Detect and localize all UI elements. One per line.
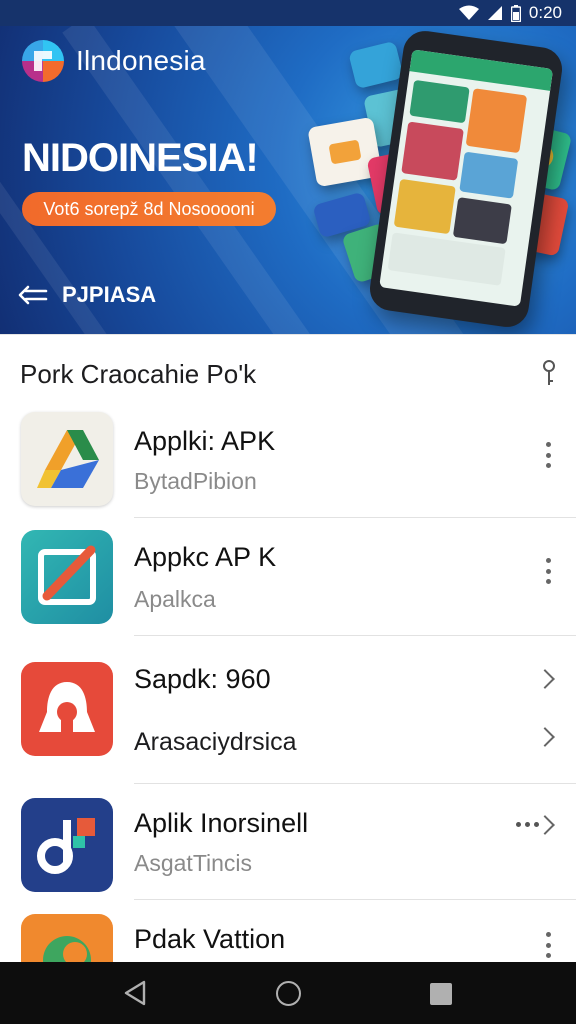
leaf-app-icon <box>21 914 113 962</box>
promo-banner[interactable]: Ilndonesia NIDOINESIA! Vot6 sorepž 8d No… <box>0 26 576 334</box>
edit-app-icon <box>21 530 113 624</box>
drive-app-icon <box>21 412 113 506</box>
banner-back-link[interactable]: PJPIASA <box>18 282 156 308</box>
list-item[interactable]: Appkc AP K Apalkca <box>0 518 576 636</box>
list-title: Pork Craocahie Po'k <box>20 359 257 389</box>
chevron-right-icon[interactable] <box>535 815 555 835</box>
banner-pill-button[interactable]: Vot6 sorepž 8d Nosooooni <box>22 192 276 226</box>
recents-icon[interactable] <box>430 983 452 1005</box>
list-item-subtitle: Apalkca <box>134 586 216 612</box>
signal-icon <box>487 5 503 21</box>
back-icon[interactable] <box>124 980 146 1006</box>
home-icon[interactable] <box>276 981 301 1006</box>
chevron-right-icon[interactable] <box>535 669 555 689</box>
back-arrow-icon <box>18 285 48 305</box>
list-item-title: Aplik Inorsinell <box>134 808 309 838</box>
status-time: 0:20 <box>528 3 562 22</box>
more-options-icon[interactable] <box>543 932 553 958</box>
banner-back-label: PJPIASA <box>62 282 157 307</box>
list-item-subtitle: AsgatTincis <box>134 850 253 876</box>
list-item[interactable]: Aplik Inorsinell AsgatTincis <box>0 784 576 900</box>
brand-logo-icon <box>22 40 64 82</box>
floating-card-icon <box>348 40 404 90</box>
system-nav-bar <box>0 962 576 1024</box>
chevron-right-icon[interactable] <box>535 727 555 747</box>
list-item[interactable]: Pdak Vattion <box>0 900 576 962</box>
list-item-title: Appkc AP K <box>134 542 277 572</box>
battery-icon <box>510 4 521 22</box>
key-icon[interactable] <box>540 359 558 389</box>
banner-headline: NIDOINESIA! <box>22 136 259 180</box>
bell-app-icon <box>21 662 113 756</box>
brand: Ilndonesia <box>22 40 206 82</box>
more-options-icon[interactable] <box>543 558 553 584</box>
list-item-subtitle: BytadPibion <box>134 468 257 494</box>
more-options-icon[interactable] <box>543 442 553 468</box>
brand-name: Ilndonesia <box>76 45 206 76</box>
list-item-title: Pdak Vattion <box>134 924 286 954</box>
list-item[interactable]: Applki: APK BytadPibion <box>0 412 576 518</box>
list-item[interactable]: Sapdk: 960 Arasaciydrsica <box>0 636 576 784</box>
list-item-title: Applki: APK <box>134 426 276 456</box>
status-bar: 0:20 <box>0 0 576 26</box>
list-item-subtitle: Arasaciydrsica <box>134 728 297 756</box>
list-item-title: Sapdk: 960 <box>134 664 271 694</box>
wifi-icon <box>458 5 479 21</box>
list-header: Pork Craocahie Po'k <box>0 334 576 412</box>
music-app-icon <box>21 798 113 892</box>
